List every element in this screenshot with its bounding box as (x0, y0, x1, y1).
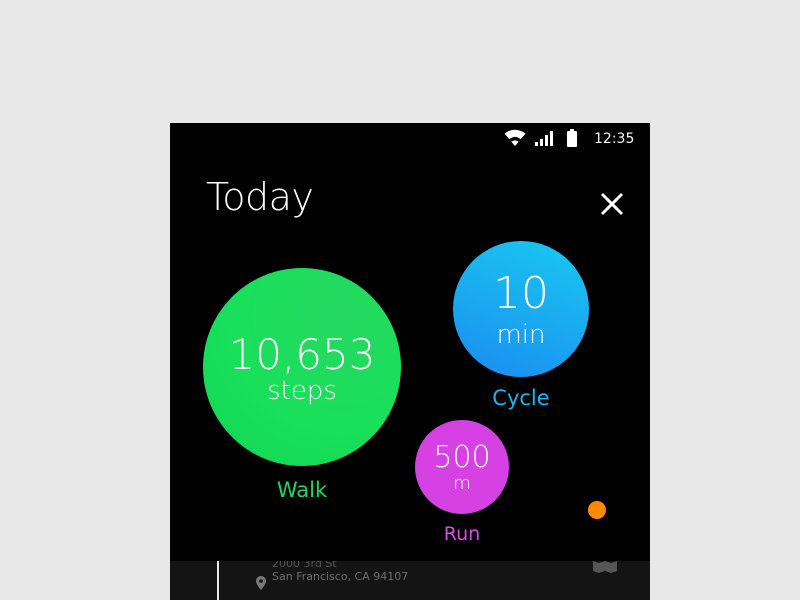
walk-unit: steps (267, 376, 337, 406)
location-pin-icon (256, 576, 266, 590)
location-card[interactable]: 2000 3rd St San Francisco, CA 94107 (170, 561, 650, 600)
close-icon[interactable] (595, 187, 629, 221)
card-divider (217, 561, 219, 600)
status-time: 12:35 (594, 131, 635, 147)
walk-value: 10,653 (228, 330, 376, 379)
battery-icon (567, 129, 577, 147)
phone-screen: 12:35 Today 10,653 steps Walk 10 min Cyc… (170, 123, 650, 600)
address-line-1: 2000 3rd St (272, 561, 337, 569)
cycle-value: 10 (493, 268, 549, 319)
cycle-unit: min (496, 320, 546, 350)
run-bubble[interactable]: 500 m (415, 420, 509, 514)
walk-label: Walk (276, 478, 328, 502)
wifi-icon (504, 129, 526, 146)
status-bar: 12:35 (170, 123, 650, 155)
signal-icon (535, 131, 553, 146)
walk-bubble[interactable]: 10,653 steps (203, 268, 401, 466)
address-line-2: San Francisco, CA 94107 (272, 570, 409, 583)
run-label: Run (443, 523, 481, 545)
cycle-bubble[interactable]: 10 min (453, 241, 589, 377)
run-unit: m (453, 473, 471, 494)
notification-dot (588, 501, 606, 519)
run-value: 500 (433, 440, 491, 475)
map-icon[interactable] (592, 561, 618, 573)
page-title: Today (206, 175, 314, 219)
cycle-label: Cycle (492, 386, 550, 410)
